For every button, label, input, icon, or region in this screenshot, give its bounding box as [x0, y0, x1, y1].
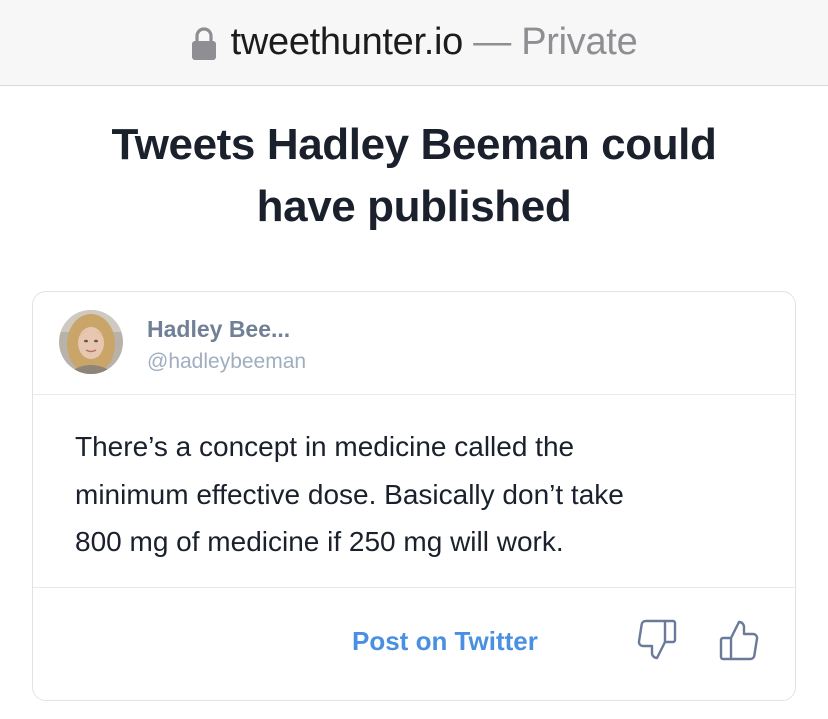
lock-icon: [191, 26, 216, 60]
address-text: tweethunter.io — Private: [231, 21, 638, 64]
tweet-card: Hadley Bee... @hadleybeeman There’s a co…: [32, 291, 796, 701]
tweet-text-line-1: There’s a concept in medicine called the: [75, 431, 575, 462]
private-mode-label: Private: [521, 21, 638, 63]
user-handle: @hadleybeeman: [147, 350, 307, 373]
display-name: Hadley Bee...: [147, 316, 291, 342]
tweet-body: There’s a concept in medicine called the…: [33, 395, 795, 588]
tweet-text: There’s a concept in medicine called the…: [75, 423, 765, 566]
page-title-line-2: have published: [256, 182, 572, 231]
page-title: Tweets Hadley Beeman could have publishe…: [0, 114, 828, 238]
tweet-text-line-3: 800 mg of medicine if 250 mg will work.: [75, 526, 564, 557]
address-bar[interactable]: tweethunter.io — Private: [0, 0, 828, 86]
url-domain: tweethunter.io: [230, 21, 464, 63]
tweet-header: Hadley Bee... @hadleybeeman: [33, 292, 795, 395]
avatar[interactable]: [59, 310, 123, 374]
tweet-text-line-2: minimum effective dose. Basically don’t …: [75, 478, 624, 510]
page-title-line-1: Tweets Hadley Beeman could: [111, 120, 717, 169]
url-separator: —: [463, 21, 522, 63]
avatar-image: [59, 310, 123, 374]
page-content: Tweets Hadley Beeman could have publishe…: [0, 86, 828, 719]
thumbs-down-icon[interactable]: [635, 618, 679, 662]
thumbs-up-icon[interactable]: [717, 618, 761, 662]
post-on-twitter-button[interactable]: Post on Twitter: [352, 626, 538, 657]
tweet-actions: Post on Twitter: [33, 588, 795, 700]
